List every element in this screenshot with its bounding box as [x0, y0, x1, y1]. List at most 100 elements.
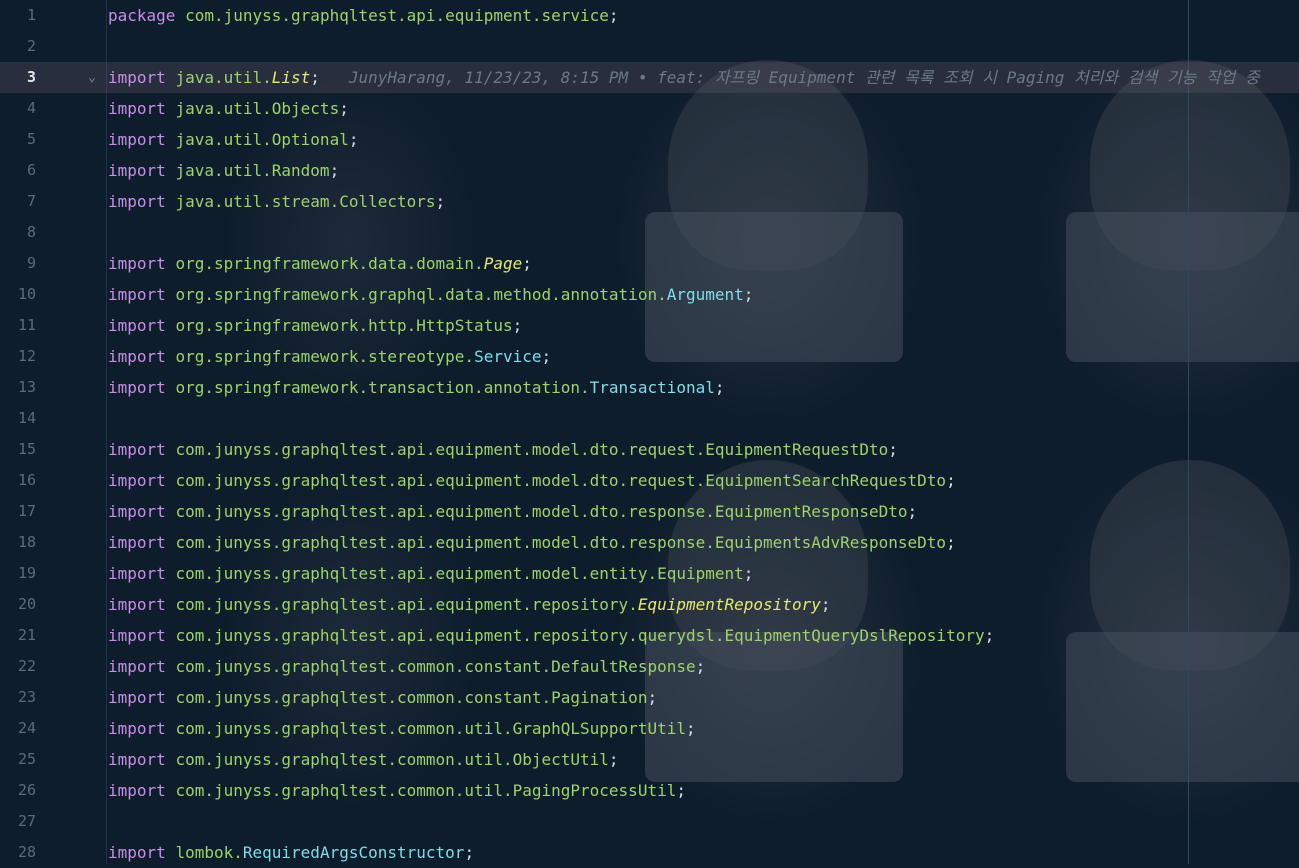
- semicolon: ;: [522, 254, 532, 273]
- code-line[interactable]: 22 import com.junyss.graphqltest.common.c…: [0, 651, 1299, 682]
- line-number[interactable]: 18: [0, 527, 36, 558]
- code-text[interactable]: import java.util.Random;: [108, 155, 339, 186]
- code-text[interactable]: import com.junyss.graphqltest.api.equipm…: [108, 620, 994, 651]
- line-number[interactable]: 21: [0, 620, 36, 651]
- code-text[interactable]: import lombok.RequiredArgsConstructor;: [108, 837, 474, 868]
- keyword: import: [108, 99, 166, 118]
- line-number[interactable]: 10: [0, 279, 36, 310]
- line-number[interactable]: 12: [0, 341, 36, 372]
- semicolon: ;: [907, 502, 918, 521]
- semicolon: ;: [435, 192, 446, 211]
- code-line[interactable]: 9 import org.springframework.data.domain.…: [0, 248, 1299, 279]
- code-text[interactable]: import java.util.Optional;: [108, 124, 358, 155]
- code-text[interactable]: package com.junyss.graphqltest.api.equip…: [108, 0, 619, 31]
- line-number[interactable]: 22: [0, 651, 36, 682]
- code-line[interactable]: 12 import org.springframework.stereotype.…: [0, 341, 1299, 372]
- line-number[interactable]: 23: [0, 682, 36, 713]
- code-text[interactable]: import com.junyss.graphqltest.api.equipm…: [108, 434, 898, 465]
- code-line[interactable]: 20 import com.junyss.graphqltest.api.equi…: [0, 589, 1299, 620]
- semicolon: ;: [820, 595, 831, 614]
- code-editor[interactable]: 1 package com.junyss.graphqltest.api.equi…: [0, 0, 1299, 864]
- semicolon: ;: [946, 471, 956, 490]
- code-text[interactable]: import java.util.List; JunyHarang, 11/23…: [108, 62, 1260, 93]
- code-text[interactable]: import com.junyss.graphqltest.common.con…: [108, 651, 705, 682]
- line-number[interactable]: 3: [0, 62, 36, 93]
- semicolon: ;: [695, 657, 706, 676]
- code-text[interactable]: import com.junyss.graphqltest.common.uti…: [108, 775, 686, 806]
- code-line[interactable]: 2: [0, 31, 1299, 62]
- class-name: Service: [474, 347, 542, 366]
- package-path: com.junyss.graphqltest.api.equipment.mod…: [175, 533, 947, 552]
- line-number[interactable]: 26: [0, 775, 36, 806]
- code-line[interactable]: 11 import org.springframework.http.HttpSt…: [0, 310, 1299, 341]
- line-number[interactable]: 15: [0, 434, 36, 465]
- chevron-down-icon[interactable]: ⌄: [88, 62, 96, 93]
- code-line[interactable]: 28 import lombok.RequiredArgsConstructor;: [0, 837, 1299, 868]
- code-text[interactable]: import com.junyss.graphqltest.api.equipm…: [108, 496, 917, 527]
- code-text[interactable]: import com.junyss.graphqltest.api.equipm…: [108, 589, 830, 620]
- semicolon: ;: [608, 6, 619, 25]
- code-text[interactable]: import com.junyss.graphqltest.api.equipm…: [108, 527, 956, 558]
- line-number[interactable]: 7: [0, 186, 36, 217]
- code-line[interactable]: 26 import com.junyss.graphqltest.common.u…: [0, 775, 1299, 806]
- line-number[interactable]: 19: [0, 558, 36, 589]
- line-number[interactable]: 2: [0, 31, 36, 62]
- code-text[interactable]: import org.springframework.data.domain.P…: [108, 248, 532, 279]
- code-line[interactable]: 15 import com.junyss.graphqltest.api.equi…: [0, 434, 1299, 465]
- code-line[interactable]: 13 import org.springframework.transaction…: [0, 372, 1299, 403]
- code-text[interactable]: import org.springframework.graphql.data.…: [108, 279, 753, 310]
- code-line[interactable]: 3 ⌄ import java.util.List; JunyHarang, 11/…: [0, 62, 1299, 93]
- package-path: java.util.: [175, 68, 272, 87]
- code-line[interactable]: 24 import com.junyss.graphqltest.common.u…: [0, 713, 1299, 744]
- code-line[interactable]: 25 import com.junyss.graphqltest.common.u…: [0, 744, 1299, 775]
- code-line[interactable]: 6 import java.util.Random;: [0, 155, 1299, 186]
- line-number[interactable]: 25: [0, 744, 36, 775]
- line-number[interactable]: 6: [0, 155, 36, 186]
- code-line[interactable]: 8: [0, 217, 1299, 248]
- line-number[interactable]: 5: [0, 124, 36, 155]
- code-text[interactable]: import java.util.Objects;: [108, 93, 349, 124]
- code-text[interactable]: import com.junyss.graphqltest.api.equipm…: [108, 558, 753, 589]
- line-number[interactable]: 16: [0, 465, 36, 496]
- line-number[interactable]: 11: [0, 310, 36, 341]
- code-text[interactable]: import com.junyss.graphqltest.api.equipm…: [108, 465, 956, 496]
- code-line[interactable]: 17 import com.junyss.graphqltest.api.equi…: [0, 496, 1299, 527]
- keyword: import: [108, 378, 166, 397]
- line-number[interactable]: 27: [0, 806, 36, 837]
- code-line[interactable]: 18 import com.junyss.graphqltest.api.equi…: [0, 527, 1299, 558]
- class-name: EquipmentRepository: [637, 595, 821, 614]
- line-number[interactable]: 28: [0, 837, 36, 868]
- code-line[interactable]: 16 import com.junyss.graphqltest.api.equi…: [0, 465, 1299, 496]
- code-text[interactable]: import com.junyss.graphqltest.common.con…: [108, 682, 657, 713]
- keyword: import: [108, 471, 166, 490]
- package-path: org.springframework.http.HttpStatus: [175, 316, 513, 335]
- code-line[interactable]: 14: [0, 403, 1299, 434]
- line-number[interactable]: 9: [0, 248, 36, 279]
- code-text[interactable]: import org.springframework.http.HttpStat…: [108, 310, 522, 341]
- code-text[interactable]: import com.junyss.graphqltest.common.uti…: [108, 744, 619, 775]
- code-line[interactable]: 7 import java.util.stream.Collectors;: [0, 186, 1299, 217]
- line-number[interactable]: 8: [0, 217, 36, 248]
- code-line[interactable]: 19 import com.junyss.graphqltest.api.equi…: [0, 558, 1299, 589]
- code-line[interactable]: 5 import java.util.Optional;: [0, 124, 1299, 155]
- keyword: import: [108, 595, 166, 614]
- semicolon: ;: [464, 843, 475, 862]
- line-number[interactable]: 17: [0, 496, 36, 527]
- line-number[interactable]: 13: [0, 372, 36, 403]
- code-text[interactable]: import java.util.stream.Collectors;: [108, 186, 445, 217]
- code-text[interactable]: import org.springframework.transaction.a…: [108, 372, 725, 403]
- code-line[interactable]: 1 package com.junyss.graphqltest.api.equi…: [0, 0, 1299, 31]
- code-text[interactable]: import org.springframework.stereotype.Se…: [108, 341, 551, 372]
- package-path: com.junyss.graphqltest.api.equipment.mod…: [175, 440, 889, 459]
- code-line[interactable]: 4 import java.util.Objects;: [0, 93, 1299, 124]
- line-number[interactable]: 24: [0, 713, 36, 744]
- code-line[interactable]: 27: [0, 806, 1299, 837]
- line-number[interactable]: 14: [0, 403, 36, 434]
- line-number[interactable]: 1: [0, 0, 36, 31]
- code-line[interactable]: 21 import com.junyss.graphqltest.api.equi…: [0, 620, 1299, 651]
- code-text[interactable]: import com.junyss.graphqltest.common.uti…: [108, 713, 696, 744]
- code-line[interactable]: 10 import org.springframework.graphql.dat…: [0, 279, 1299, 310]
- line-number[interactable]: 20: [0, 589, 36, 620]
- line-number[interactable]: 4: [0, 93, 36, 124]
- code-line[interactable]: 23 import com.junyss.graphqltest.common.c…: [0, 682, 1299, 713]
